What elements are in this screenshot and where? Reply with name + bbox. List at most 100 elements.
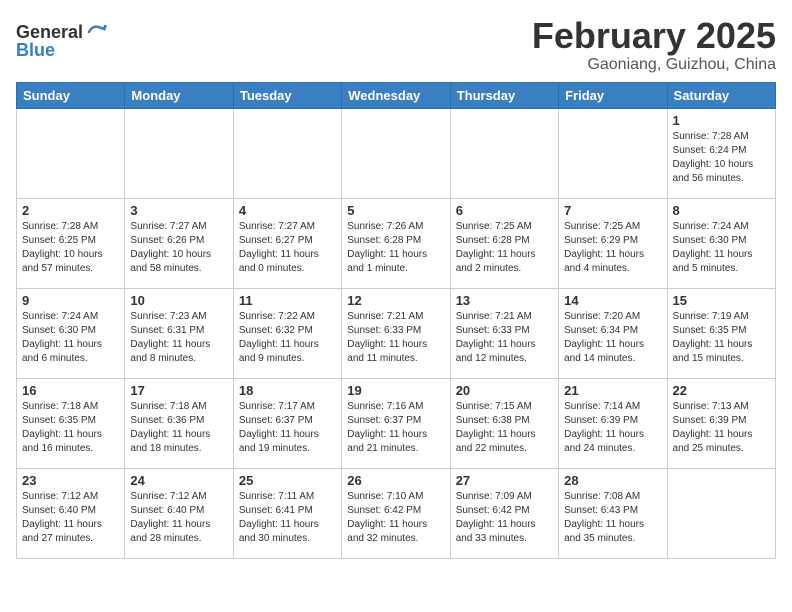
day-cell-17: 17 Sunrise: 7:18 AM Sunset: 6:36 PM Dayli… [125, 378, 233, 468]
day-cell-5: 5 Sunrise: 7:26 AM Sunset: 6:28 PM Daylig… [342, 198, 450, 288]
day-number: 21 [564, 383, 661, 398]
day-info: Sunrise: 7:12 AM Sunset: 6:40 PM Dayligh… [22, 490, 119, 546]
logo-icon [85, 20, 109, 44]
week-row-4: 16Sunrise: 7:18 AM Sunset: 6:35 PM Dayli… [17, 378, 776, 468]
empty-cell [450, 108, 558, 198]
day-cell-16: 16Sunrise: 7:18 AM Sunset: 6:35 PM Dayli… [17, 378, 125, 468]
day-info: Sunrise: 7:23 AM Sunset: 6:31 PM Dayligh… [130, 310, 227, 366]
day-info: Sunrise: 7:12 AM Sunset: 6:40 PM Dayligh… [130, 490, 227, 546]
day-cell-28: 28 Sunrise: 7:08 AM Sunset: 6:43 PM Dayli… [559, 468, 667, 558]
day-info: Sunrise: 7:24 AM Sunset: 6:30 PM Dayligh… [673, 220, 770, 276]
day-cell-15: 15 Sunrise: 7:19 AM Sunset: 6:35 PM Dayli… [667, 288, 775, 378]
day-number: 7 [564, 203, 661, 218]
calendar-table: SundayMondayTuesdayWednesdayThursdayFrid… [16, 82, 776, 559]
empty-cell [233, 108, 341, 198]
day-number: 12 [347, 293, 444, 308]
day-info: Sunrise: 7:27 AM Sunset: 6:27 PM Dayligh… [239, 220, 336, 276]
weekday-header-tuesday: Tuesday [233, 82, 341, 108]
month-title: February 2025 [532, 16, 776, 56]
week-row-2: 2Sunrise: 7:28 AM Sunset: 6:25 PM Daylig… [17, 198, 776, 288]
day-number: 14 [564, 293, 661, 308]
day-number: 10 [130, 293, 227, 308]
weekday-header-thursday: Thursday [450, 82, 558, 108]
day-cell-20: 20 Sunrise: 7:15 AM Sunset: 6:38 PM Dayli… [450, 378, 558, 468]
logo-blue: Blue [16, 40, 55, 61]
day-cell-24: 24 Sunrise: 7:12 AM Sunset: 6:40 PM Dayli… [125, 468, 233, 558]
weekday-header-monday: Monday [125, 82, 233, 108]
weekday-header-row: SundayMondayTuesdayWednesdayThursdayFrid… [17, 82, 776, 108]
day-number: 16 [22, 383, 119, 398]
week-row-5: 23 Sunrise: 7:12 AM Sunset: 6:40 PM Dayli… [17, 468, 776, 558]
day-info: Sunrise: 7:27 AM Sunset: 6:26 PM Dayligh… [130, 220, 227, 276]
day-cell-21: 21 Sunrise: 7:14 AM Sunset: 6:39 PM Dayli… [559, 378, 667, 468]
day-cell-2: 2Sunrise: 7:28 AM Sunset: 6:25 PM Daylig… [17, 198, 125, 288]
day-number: 4 [239, 203, 336, 218]
day-number: 9 [22, 293, 119, 308]
day-info: Sunrise: 7:26 AM Sunset: 6:28 PM Dayligh… [347, 220, 444, 276]
day-number: 28 [564, 473, 661, 488]
day-number: 8 [673, 203, 770, 218]
day-info: Sunrise: 7:15 AM Sunset: 6:38 PM Dayligh… [456, 400, 553, 456]
day-number: 26 [347, 473, 444, 488]
day-number: 23 [22, 473, 119, 488]
day-number: 27 [456, 473, 553, 488]
day-cell-11: 11 Sunrise: 7:22 AM Sunset: 6:32 PM Dayli… [233, 288, 341, 378]
day-info: Sunrise: 7:21 AM Sunset: 6:33 PM Dayligh… [456, 310, 553, 366]
day-cell-18: 18 Sunrise: 7:17 AM Sunset: 6:37 PM Dayli… [233, 378, 341, 468]
day-number: 24 [130, 473, 227, 488]
day-cell-7: 7 Sunrise: 7:25 AM Sunset: 6:29 PM Daylig… [559, 198, 667, 288]
day-cell-13: 13 Sunrise: 7:21 AM Sunset: 6:33 PM Dayli… [450, 288, 558, 378]
day-info: Sunrise: 7:09 AM Sunset: 6:42 PM Dayligh… [456, 490, 553, 546]
empty-cell [559, 108, 667, 198]
day-info: Sunrise: 7:19 AM Sunset: 6:35 PM Dayligh… [673, 310, 770, 366]
header: General Blue February 2025 Gaoniang, Gui… [16, 16, 776, 74]
day-number: 19 [347, 383, 444, 398]
day-info: Sunrise: 7:14 AM Sunset: 6:39 PM Dayligh… [564, 400, 661, 456]
day-info: Sunrise: 7:25 AM Sunset: 6:29 PM Dayligh… [564, 220, 661, 276]
day-info: Sunrise: 7:21 AM Sunset: 6:33 PM Dayligh… [347, 310, 444, 366]
weekday-header-sunday: Sunday [17, 82, 125, 108]
day-cell-26: 26 Sunrise: 7:10 AM Sunset: 6:42 PM Dayli… [342, 468, 450, 558]
day-cell-3: 3 Sunrise: 7:27 AM Sunset: 6:26 PM Daylig… [125, 198, 233, 288]
day-number: 17 [130, 383, 227, 398]
day-number: 13 [456, 293, 553, 308]
day-number: 1 [673, 113, 770, 128]
day-info: Sunrise: 7:18 AM Sunset: 6:36 PM Dayligh… [130, 400, 227, 456]
empty-cell [17, 108, 125, 198]
day-info: Sunrise: 7:10 AM Sunset: 6:42 PM Dayligh… [347, 490, 444, 546]
day-number: 15 [673, 293, 770, 308]
day-number: 11 [239, 293, 336, 308]
weekday-header-saturday: Saturday [667, 82, 775, 108]
day-cell-6: 6 Sunrise: 7:25 AM Sunset: 6:28 PM Daylig… [450, 198, 558, 288]
day-cell-1: 1Sunrise: 7:28 AM Sunset: 6:24 PM Daylig… [667, 108, 775, 198]
day-info: Sunrise: 7:08 AM Sunset: 6:43 PM Dayligh… [564, 490, 661, 546]
day-info: Sunrise: 7:22 AM Sunset: 6:32 PM Dayligh… [239, 310, 336, 366]
day-cell-27: 27 Sunrise: 7:09 AM Sunset: 6:42 PM Dayli… [450, 468, 558, 558]
day-cell-4: 4 Sunrise: 7:27 AM Sunset: 6:27 PM Daylig… [233, 198, 341, 288]
day-number: 5 [347, 203, 444, 218]
day-number: 3 [130, 203, 227, 218]
title-block: February 2025 Gaoniang, Guizhou, China [532, 16, 776, 74]
day-info: Sunrise: 7:17 AM Sunset: 6:37 PM Dayligh… [239, 400, 336, 456]
location-title: Gaoniang, Guizhou, China [532, 56, 776, 74]
logo: General Blue [16, 20, 109, 61]
day-cell-8: 8 Sunrise: 7:24 AM Sunset: 6:30 PM Daylig… [667, 198, 775, 288]
day-cell-22: 22Sunrise: 7:13 AM Sunset: 6:39 PM Dayli… [667, 378, 775, 468]
day-cell-12: 12 Sunrise: 7:21 AM Sunset: 6:33 PM Dayli… [342, 288, 450, 378]
day-number: 6 [456, 203, 553, 218]
day-info: Sunrise: 7:20 AM Sunset: 6:34 PM Dayligh… [564, 310, 661, 366]
day-number: 22 [673, 383, 770, 398]
day-cell-14: 14 Sunrise: 7:20 AM Sunset: 6:34 PM Dayli… [559, 288, 667, 378]
day-number: 18 [239, 383, 336, 398]
day-number: 2 [22, 203, 119, 218]
day-cell-9: 9 Sunrise: 7:24 AM Sunset: 6:30 PM Daylig… [17, 288, 125, 378]
day-cell-25: 25Sunrise: 7:11 AM Sunset: 6:41 PM Dayli… [233, 468, 341, 558]
day-info: Sunrise: 7:24 AM Sunset: 6:30 PM Dayligh… [22, 310, 119, 366]
day-number: 20 [456, 383, 553, 398]
weekday-header-friday: Friday [559, 82, 667, 108]
weekday-header-wednesday: Wednesday [342, 82, 450, 108]
empty-cell [125, 108, 233, 198]
day-info: Sunrise: 7:25 AM Sunset: 6:28 PM Dayligh… [456, 220, 553, 276]
week-row-1: 1Sunrise: 7:28 AM Sunset: 6:24 PM Daylig… [17, 108, 776, 198]
empty-cell [342, 108, 450, 198]
